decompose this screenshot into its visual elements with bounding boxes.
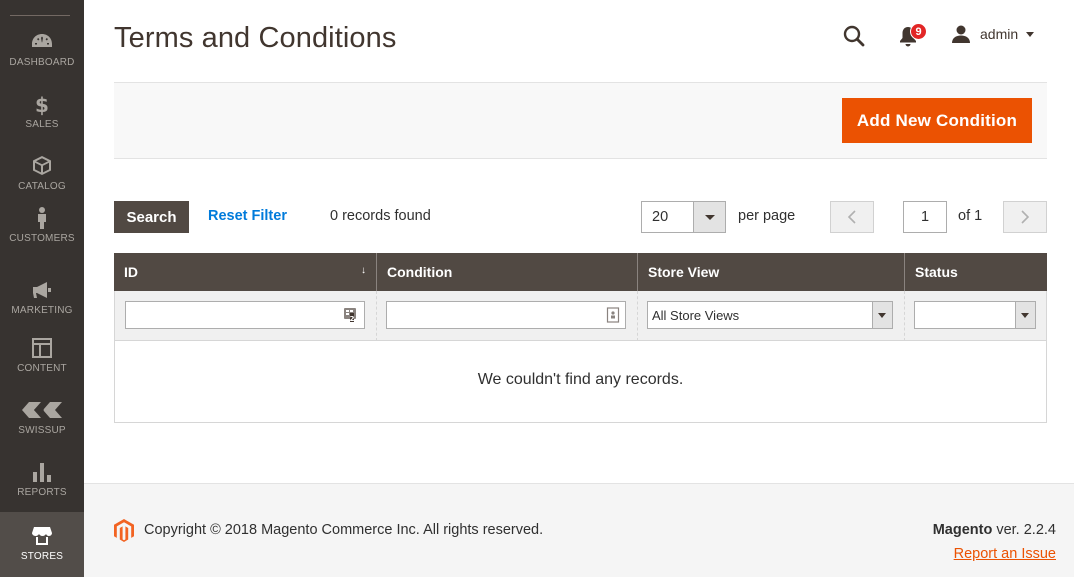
records-found-text: 0 records found — [330, 208, 431, 224]
column-header-id[interactable]: ID ↓ — [114, 253, 376, 291]
sidebar-item-marketing[interactable]: MARKETING — [0, 278, 84, 340]
number-range-icon: 2 — [343, 307, 359, 328]
sidebar-item-sales[interactable]: $ SALES — [0, 92, 84, 154]
search-icon — [843, 25, 865, 47]
column-header-label: Store View — [648, 264, 720, 280]
sidebar-label: MARKETING — [11, 305, 73, 316]
per-page-label: per page — [738, 208, 796, 224]
sidebar-item-stores[interactable]: STORES — [0, 512, 84, 577]
grid-header-row: ID ↓ Condition Store View Status — [114, 253, 1047, 291]
username-label: admin — [980, 26, 1019, 42]
column-header-label: ID — [124, 264, 138, 280]
column-divider — [904, 291, 905, 341]
previous-page-button[interactable] — [830, 201, 874, 233]
id-filter-input[interactable]: 2 — [125, 301, 365, 329]
condition-filter-input[interactable] — [386, 301, 626, 329]
sidebar-label: CATALOG — [18, 181, 66, 192]
terms-grid: ID ↓ Condition Store View Status 2 All S — [114, 253, 1047, 423]
sidebar-label: STORES — [20, 551, 64, 562]
store-view-filter-select[interactable]: All Store Views — [647, 301, 893, 329]
store-view-filter-value: All Store Views — [652, 308, 740, 323]
copyright-text: Copyright © 2018 Magento Commerce Inc. A… — [144, 522, 544, 538]
column-divider — [376, 291, 377, 341]
notifications-count-badge: 9 — [910, 23, 927, 40]
chevron-right-icon — [1021, 210, 1030, 224]
search-button[interactable]: Search — [114, 201, 189, 233]
chevron-down-icon[interactable] — [693, 202, 725, 232]
per-page-value: 20 — [652, 209, 669, 225]
total-pages-text: of 1 — [958, 208, 983, 224]
current-page-input[interactable]: 1 — [903, 201, 947, 233]
column-divider — [637, 291, 638, 341]
person-icon — [30, 206, 54, 230]
column-header-status[interactable]: Status — [904, 253, 1047, 291]
next-page-button[interactable] — [1003, 201, 1047, 233]
sidebar-label: SALES — [25, 119, 59, 130]
box-icon — [30, 154, 54, 178]
version-text: Magento ver. 2.2.4 — [933, 522, 1056, 538]
column-header-label: Status — [915, 264, 958, 280]
dashboard-icon — [30, 30, 54, 54]
sidebar-label: SWISSUP — [18, 425, 66, 436]
per-page-select[interactable]: 20 — [641, 201, 726, 233]
sidebar-label: REPORTS — [17, 487, 67, 498]
admin-sidebar: DASHBOARD $ SALES CATALOG CUSTOMERS MARK… — [0, 0, 84, 577]
brand-name: Magento — [932, 522, 993, 538]
user-icon — [952, 25, 970, 43]
global-search-button[interactable] — [843, 25, 865, 47]
column-header-condition[interactable]: Condition — [376, 253, 637, 291]
svg-text:2: 2 — [350, 315, 355, 323]
add-new-condition-button[interactable]: Add New Condition — [842, 98, 1032, 143]
swissup-icon — [20, 398, 64, 422]
status-filter-select[interactable] — [914, 301, 1036, 329]
empty-grid-message: We couldn't find any records. — [477, 371, 684, 388]
column-header-store-view[interactable]: Store View — [637, 253, 904, 291]
sidebar-item-content[interactable]: CONTENT — [0, 336, 84, 398]
sidebar-label: DASHBOARD — [9, 57, 75, 68]
magento-logo-icon — [114, 519, 134, 542]
sidebar-label: CUSTOMERS — [9, 233, 75, 244]
chevron-down-icon — [1026, 31, 1035, 37]
layout-icon — [30, 336, 54, 360]
admin-user-menu[interactable]: admin — [951, 24, 1035, 44]
version-number: ver. 2.2.4 — [992, 522, 1056, 538]
sidebar-item-customers[interactable]: CUSTOMERS — [0, 206, 84, 268]
report-issue-link[interactable]: Report an Issue — [954, 546, 1056, 562]
reset-filter-link[interactable]: Reset Filter — [208, 208, 287, 224]
grid-filter-row: 2 All Store Views — [115, 291, 1046, 341]
sidebar-label: CONTENT — [17, 363, 67, 374]
chevron-down-icon — [1015, 302, 1035, 328]
page-title: Terms and Conditions — [114, 22, 397, 54]
dollar-icon: $ — [30, 92, 54, 117]
store-icon — [30, 524, 54, 548]
bar-chart-icon — [30, 460, 54, 484]
sort-arrow-icon: ↓ — [361, 265, 366, 276]
svg-text:$: $ — [35, 93, 49, 116]
megaphone-icon — [30, 278, 54, 302]
text-filter-icon — [606, 307, 620, 328]
column-header-label: Condition — [387, 264, 453, 280]
chevron-down-icon — [872, 302, 892, 328]
sidebar-item-dashboard[interactable]: DASHBOARD — [0, 30, 84, 92]
sidebar-item-swissup[interactable]: SWISSUP — [0, 398, 84, 460]
sidebar-divider — [10, 15, 70, 16]
chevron-left-icon — [847, 210, 856, 224]
